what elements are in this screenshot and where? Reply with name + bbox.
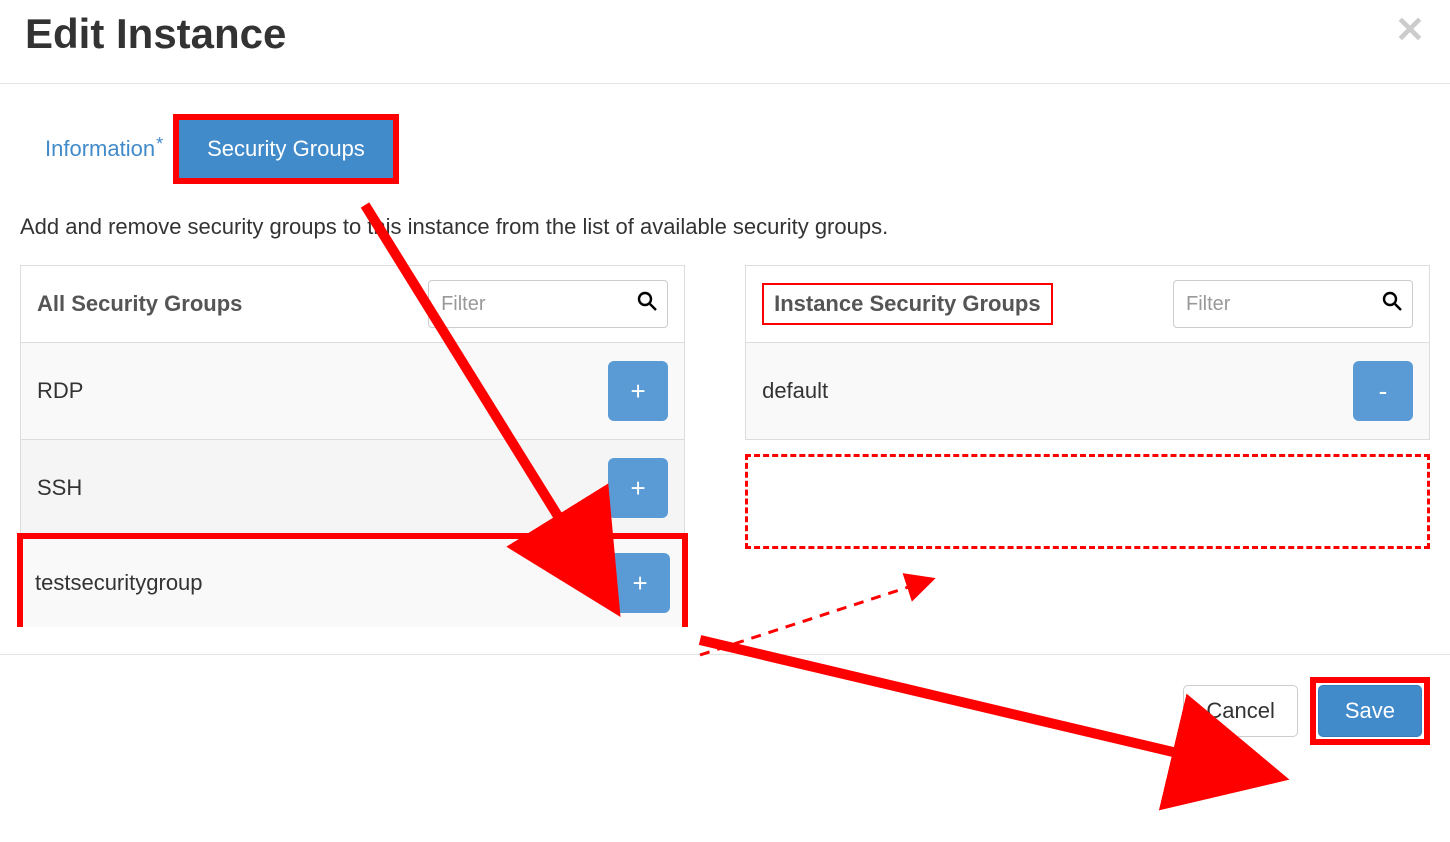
description-text: Add and remove security groups to this i… xyxy=(20,214,1430,240)
edit-instance-modal: Edit Instance ✕ Information* Security Gr… xyxy=(0,0,1450,767)
tab-information-label: Information xyxy=(45,136,155,161)
modal-footer: Cancel Save xyxy=(0,654,1450,767)
list-item: SSH + xyxy=(21,440,684,537)
all-security-groups-panel: All Security Groups RDP + SSH + xyxy=(20,265,685,624)
panel-title: Instance Security Groups xyxy=(762,283,1053,325)
panel-title: All Security Groups xyxy=(37,291,242,317)
filter-input[interactable] xyxy=(1184,292,1374,317)
modal-title: Edit Instance xyxy=(25,10,1425,58)
panels-row: All Security Groups RDP + SSH + xyxy=(20,265,1430,624)
search-icon[interactable] xyxy=(637,291,657,317)
tab-information[interactable]: Information* xyxy=(45,126,163,172)
tab-security-groups[interactable]: Security Groups xyxy=(179,120,393,178)
group-name: testsecuritygroup xyxy=(35,570,203,596)
required-asterisk: * xyxy=(156,134,163,154)
save-button[interactable]: Save xyxy=(1318,685,1422,737)
modal-header: Edit Instance ✕ xyxy=(0,0,1450,84)
remove-button[interactable]: - xyxy=(1353,361,1413,421)
close-icon[interactable]: ✕ xyxy=(1395,12,1425,48)
highlight-box: Security Groups xyxy=(173,114,399,184)
panel-header: All Security Groups xyxy=(21,266,684,343)
instance-security-groups-panel: Instance Security Groups default - xyxy=(745,265,1430,440)
filter-box[interactable] xyxy=(1173,280,1413,328)
add-button[interactable]: + xyxy=(610,553,670,613)
add-button[interactable]: + xyxy=(608,458,668,518)
add-button[interactable]: + xyxy=(608,361,668,421)
list-item-highlighted: testsecuritygroup + xyxy=(17,533,688,627)
list-item: default - xyxy=(746,343,1429,439)
cancel-button[interactable]: Cancel xyxy=(1183,685,1297,737)
drop-target-placeholder xyxy=(745,454,1430,549)
search-icon[interactable] xyxy=(1382,291,1402,317)
highlight-box: Save xyxy=(1310,677,1430,745)
panel-header: Instance Security Groups xyxy=(746,266,1429,343)
list-item: RDP + xyxy=(21,343,684,440)
filter-input[interactable] xyxy=(439,292,629,317)
group-name: SSH xyxy=(37,475,82,501)
group-name: default xyxy=(762,378,828,404)
group-name: RDP xyxy=(37,378,83,404)
modal-body: Information* Security Groups Add and rem… xyxy=(0,84,1450,654)
tab-bar: Information* Security Groups xyxy=(45,114,1430,184)
filter-box[interactable] xyxy=(428,280,668,328)
right-column: Instance Security Groups default - xyxy=(745,265,1430,549)
